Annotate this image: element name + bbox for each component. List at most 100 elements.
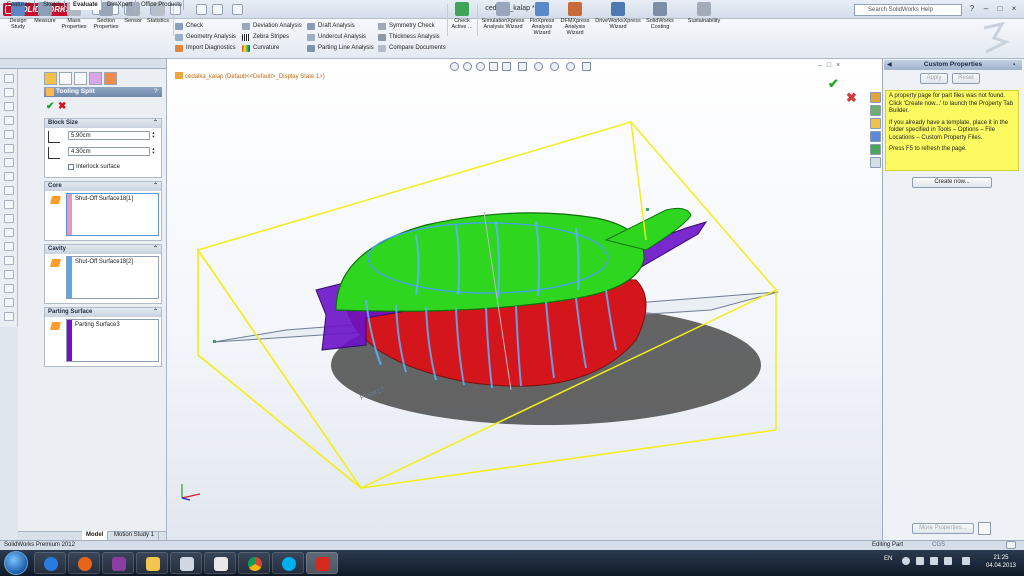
undercut-analysis-button[interactable]: Undercut Analysis	[307, 32, 375, 43]
model-viewport[interactable]: Plane17	[166, 100, 882, 520]
interlock-surface-checkbox[interactable]	[68, 164, 74, 170]
toolbar-tool-icon[interactable]	[4, 158, 14, 167]
create-now-button[interactable]: Create now...	[912, 177, 992, 188]
solidworks-resources-icon[interactable]	[870, 92, 881, 103]
tab-dimxpert[interactable]: DimXpert	[104, 0, 137, 10]
toolbar-tool-icon[interactable]	[4, 74, 14, 83]
cavity-selection-list[interactable]: Shut-Off Surface18[2]	[66, 256, 159, 299]
taskbar-solidworks[interactable]	[306, 552, 338, 574]
close-button[interactable]: ×	[1008, 3, 1020, 15]
toolbar-tool-icon[interactable]	[4, 256, 14, 265]
taskbar-window[interactable]	[170, 552, 202, 574]
handle-point[interactable]	[213, 340, 216, 343]
zoom-to-fit-icon[interactable]	[450, 62, 459, 71]
block-depth-1-field[interactable]: 5.90cm	[68, 131, 150, 140]
custom-properties-icon[interactable]	[978, 522, 991, 535]
zoom-area-icon[interactable]	[463, 62, 472, 71]
help-tooltip-icon[interactable]	[1006, 541, 1016, 549]
parting-surface-header[interactable]: Parting Surface ⌃	[45, 308, 161, 317]
collapse-icon[interactable]: ⌃	[153, 245, 158, 254]
depth-direction-2-icon[interactable]	[48, 147, 60, 159]
hide-show-items-icon[interactable]	[534, 62, 543, 71]
action-center-icon[interactable]	[962, 557, 970, 565]
tab-model[interactable]: Model	[82, 531, 109, 540]
toolbar-tool-icon[interactable]	[4, 298, 14, 307]
taskbar-explorer[interactable]	[136, 552, 168, 574]
depth-direction-1-icon[interactable]	[48, 131, 60, 143]
import-diagnostics-button[interactable]: Import Diagnostics	[175, 43, 239, 54]
parting-selection-item[interactable]: Parting Surface3	[75, 322, 120, 328]
cavity-selection-item[interactable]: Shut-Off Surface18[2]	[75, 259, 133, 265]
help-icon[interactable]: ?	[966, 3, 978, 15]
edit-appearance-icon[interactable]	[550, 62, 559, 71]
toolbar-tool-icon[interactable]	[4, 214, 14, 223]
toolbar-tool-icon[interactable]	[4, 172, 14, 181]
dfmxpress-button[interactable]: DFMXpress Analysis Wizard	[558, 2, 592, 38]
toolbar-tool-icon[interactable]	[4, 88, 14, 97]
geometry-analysis-button[interactable]: Geometry Analysis	[175, 32, 239, 43]
tab-evaluate[interactable]: Evaluate	[70, 0, 102, 10]
core-header[interactable]: Core ⌃	[45, 182, 161, 191]
display-style-icon[interactable]	[518, 62, 527, 71]
tab-motion-study-1[interactable]: Motion Study 1	[110, 531, 160, 540]
select-icon[interactable]	[196, 4, 207, 15]
volume-icon[interactable]	[944, 557, 952, 565]
toolbar-tool-icon[interactable]	[4, 116, 14, 125]
zebra-stripes-button[interactable]: Zebra Stripes	[242, 32, 304, 43]
toolbar-tool-icon[interactable]	[4, 130, 14, 139]
reset-button[interactable]: Reset	[952, 73, 980, 84]
toolbar-tool-icon[interactable]	[4, 312, 14, 321]
rebuild-icon[interactable]	[212, 4, 223, 15]
minimize-button[interactable]: –	[980, 3, 992, 15]
pin-icon[interactable]: ▪	[1013, 60, 1015, 70]
configuration-manager-icon[interactable]	[74, 72, 87, 85]
toolbar-tool-icon[interactable]	[4, 144, 14, 153]
language-indicator[interactable]: EN	[884, 556, 892, 562]
tray-icon[interactable]	[902, 557, 910, 565]
cavity-header[interactable]: Cavity ⌃	[45, 245, 161, 254]
file-explorer-icon[interactable]	[870, 118, 881, 129]
status-units[interactable]: CGS	[932, 541, 945, 550]
depth-1-spinner[interactable]: ▲ ▼	[151, 131, 156, 140]
parting-line-analysis-button[interactable]: Parting Line Analysis	[307, 43, 375, 54]
deviation-analysis-button[interactable]: Deviation Analysis	[242, 21, 304, 32]
sustainability-button[interactable]: Sustainability	[680, 2, 728, 38]
previous-view-icon[interactable]	[476, 62, 485, 71]
help-icon[interactable]: ?	[154, 87, 162, 97]
thickness-analysis-button[interactable]: Thickness Analysis	[378, 32, 448, 43]
view-orientation-icon[interactable]	[502, 62, 511, 71]
taskbar-firefox[interactable]	[68, 552, 100, 574]
parting-surface-selection-list[interactable]: Parting Surface3	[66, 319, 159, 362]
feature-tree-icon[interactable]	[44, 72, 57, 85]
tray-icon[interactable]	[916, 557, 924, 565]
taskbar-media[interactable]	[204, 552, 236, 574]
apply-button[interactable]: Apply	[920, 73, 948, 84]
simulationxpress-button[interactable]: SimulationXpress Analysis Wizard	[480, 2, 526, 38]
toolbar-tool-icon[interactable]	[4, 228, 14, 237]
view-palette-icon[interactable]	[870, 131, 881, 142]
network-icon[interactable]	[930, 557, 938, 565]
draft-analysis-button[interactable]: Draft Analysis	[307, 21, 375, 32]
back-arrow-icon[interactable]: ◀	[887, 60, 892, 70]
symmetry-check-button[interactable]: Symmetry Check	[378, 21, 448, 32]
ok-button[interactable]: ✔	[46, 101, 54, 112]
block-depth-2-field[interactable]: 4.30cm	[68, 147, 150, 156]
collapse-icon[interactable]: ⌃	[153, 119, 158, 128]
start-button[interactable]	[4, 551, 28, 575]
toolbar-tool-icon[interactable]	[4, 284, 14, 293]
custom-properties-tab-icon[interactable]	[870, 157, 881, 168]
restore-button[interactable]: □	[994, 3, 1006, 15]
costing-button[interactable]: SolidWorks Costing	[644, 2, 676, 38]
depth-2-spinner[interactable]: ▲ ▼	[151, 147, 156, 156]
more-properties-button[interactable]: More Properties...	[912, 523, 974, 534]
compare-documents-button[interactable]: Compare Documents	[378, 43, 448, 54]
collapse-icon[interactable]: ⌃	[153, 182, 158, 191]
display-manager-icon[interactable]	[104, 72, 117, 85]
options-icon[interactable]	[232, 4, 243, 15]
cancel-button[interactable]: ✖	[58, 101, 66, 112]
block-size-header[interactable]: Block Size ⌃	[45, 119, 161, 128]
check-active-button[interactable]: Check Active ...	[449, 2, 475, 38]
collapse-icon[interactable]: ⌃	[153, 308, 158, 317]
tab-sketch[interactable]: Sketch	[40, 0, 66, 10]
toolbar-tool-icon[interactable]	[4, 102, 14, 111]
